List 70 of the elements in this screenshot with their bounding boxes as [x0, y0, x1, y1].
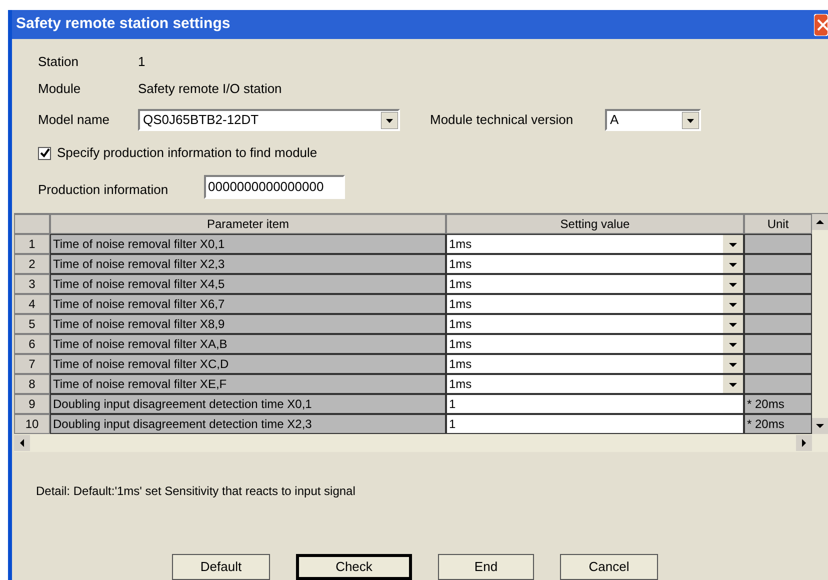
technical-version-dropdown[interactable]: A — [605, 109, 701, 131]
row-number: 8 — [14, 374, 50, 394]
table-cell: Time of noise removal filter X2,3 — [50, 254, 446, 274]
dropdown-arrow-icon[interactable] — [381, 112, 398, 128]
row-number: 3 — [14, 274, 50, 294]
setting-dropdown[interactable]: 1ms — [446, 314, 744, 334]
dialog-button[interactable]: Default — [172, 554, 270, 580]
unit-cell — [744, 254, 812, 274]
setting-field[interactable]: 1 — [446, 394, 744, 414]
table-cell: Time of noise removal filter XC,D — [50, 354, 446, 374]
technical-version-label: Module technical version — [430, 111, 574, 130]
unit-cell — [744, 294, 812, 314]
table-cell: Doubling input disagreement detection time X2,3 — [50, 414, 446, 434]
setting-dropdown[interactable]: 1ms — [446, 334, 744, 354]
row-number: 6 — [14, 334, 50, 354]
vertical-scrollbar[interactable] — [812, 214, 828, 434]
window-title: Safety remote station settings — [16, 14, 230, 34]
unit-cell — [744, 234, 812, 254]
dialog-button[interactable]: End — [438, 554, 534, 580]
module-value: Safety remote I/O station — [138, 80, 282, 98]
table-cell: Time of noise removal filter X8,9 — [50, 314, 446, 334]
module-label: Module — [38, 80, 82, 98]
model-name-dropdown[interactable]: QS0J65BTB2-12DT — [138, 109, 400, 131]
row-number: 5 — [14, 314, 50, 334]
unit-cell — [744, 334, 812, 354]
scroll-down-icon[interactable] — [812, 418, 828, 434]
table-cell: Time of noise removal filter XE,F — [50, 374, 446, 394]
dropdown-arrow-icon[interactable] — [682, 112, 699, 128]
unit-cell — [744, 314, 812, 334]
scroll-left-icon[interactable] — [14, 435, 30, 451]
detail-text: Detail: Default:'1ms' set Sensitivity that reacts to input signal — [36, 483, 356, 500]
setting-dropdown[interactable]: 1ms — [446, 294, 744, 314]
setting-dropdown[interactable]: 1ms — [446, 254, 744, 274]
close-icon[interactable] — [814, 14, 828, 36]
row-number: 9 — [14, 394, 50, 414]
column-header[interactable]: Setting value — [446, 214, 744, 234]
table-cell: Doubling input disagreement detection time X0,1 — [50, 394, 446, 414]
row-number: 7 — [14, 354, 50, 374]
setting-field[interactable]: 1 — [446, 414, 744, 434]
column-header[interactable]: Parameter item — [50, 214, 446, 234]
production-information-field[interactable]: 0000000000000000 — [204, 175, 345, 199]
station-value: 1 — [138, 53, 146, 72]
dialog-button[interactable]: Check — [296, 554, 412, 580]
dialog-button[interactable]: Cancel — [560, 554, 658, 580]
scroll-right-icon[interactable] — [796, 435, 812, 451]
setting-dropdown[interactable]: 1ms — [446, 354, 744, 374]
unit-cell — [744, 274, 812, 294]
row-number: 4 — [14, 294, 50, 314]
row-number: 2 — [14, 254, 50, 274]
unit-cell — [744, 374, 812, 394]
scroll-up-icon[interactable] — [812, 214, 828, 230]
unit-cell — [744, 354, 812, 374]
production-information-label: Production information — [38, 181, 170, 200]
table-cell: Time of noise removal filter X4,5 — [50, 274, 446, 294]
table-cell: Time of noise removal filter XA,B — [50, 334, 446, 354]
setting-dropdown[interactable]: 1ms — [446, 234, 744, 254]
row-number: 1 — [14, 234, 50, 254]
table-cell: Time of noise removal filter X6,7 — [50, 294, 446, 314]
table-cell: Time of noise removal filter X0,1 — [50, 234, 446, 254]
column-header[interactable]: Unit — [744, 214, 812, 234]
setting-dropdown[interactable]: 1ms — [446, 374, 744, 394]
station-label: Station — [38, 53, 80, 72]
row-number: 10 — [14, 414, 50, 434]
checkbox-label[interactable]: Specify production information to find module — [57, 143, 318, 163]
unit-cell: * 20ms — [744, 414, 812, 434]
unit-cell: * 20ms — [744, 394, 812, 414]
checkbox[interactable] — [38, 146, 51, 160]
model-name-label: Model name — [38, 111, 111, 130]
setting-dropdown[interactable]: 1ms — [446, 274, 744, 294]
horizontal-scrollbar[interactable] — [14, 434, 828, 452]
